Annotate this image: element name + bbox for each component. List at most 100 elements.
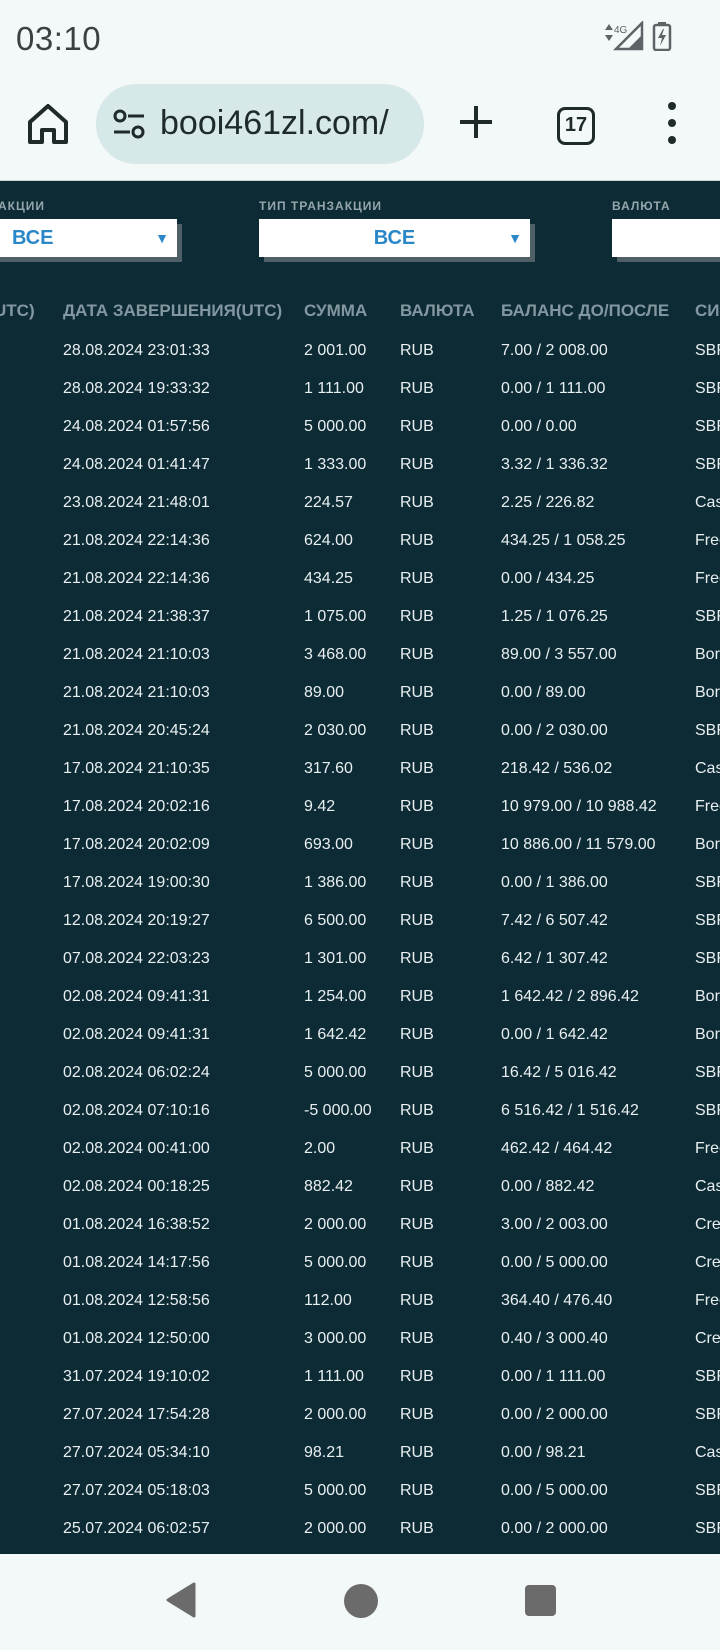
- recents-icon[interactable]: [525, 1585, 556, 1616]
- nav-home-icon[interactable]: [344, 1584, 378, 1618]
- new-tab-plus-icon[interactable]: [456, 102, 496, 142]
- filter-select-partial[interactable]: ВСЕ ▼: [0, 219, 177, 257]
- home-icon[interactable]: [24, 100, 72, 148]
- cell-amount: 1 301.00: [304, 950, 367, 967]
- table-row[interactable]: 12.08.2024 20:19:27 6 500.00 RUB 7.42 / 6 5…: [0, 903, 720, 941]
- cell-currency: RUB: [400, 874, 434, 891]
- table-row[interactable]: 28.08.2024 19:33:32 1 111.00 RUB 0.00 / 1 1…: [0, 371, 720, 409]
- cell-balance: 1.25 / 1 076.25: [501, 608, 608, 625]
- cell-system: Bor: [695, 836, 720, 853]
- cell-system: SBF: [695, 722, 720, 739]
- table-row[interactable]: 21.08.2024 22:14:36 434.25 RUB 0.00 / 434.2…: [0, 561, 720, 599]
- table-row[interactable]: 21.08.2024 21:10:03 89.00 RUB 0.00 / 89.00 B…: [0, 675, 720, 713]
- table-header: UTC) ДАТА ЗАВЕРШЕНИЯ(UTC) СУММА ВАЛЮТА Б…: [0, 301, 720, 331]
- cell-currency: RUB: [400, 1178, 434, 1195]
- table-row[interactable]: 24.08.2024 01:41:47 1 333.00 RUB 3.32 / 1 3…: [0, 447, 720, 485]
- col-start-date-partial[interactable]: UTC): [0, 301, 35, 321]
- table-row[interactable]: 21.08.2024 21:38:37 1 075.00 RUB 1.25 / 1 0…: [0, 599, 720, 637]
- cell-balance: 6.42 / 1 307.42: [501, 950, 608, 967]
- tab-switcher-button[interactable]: 17: [557, 107, 595, 145]
- table-row[interactable]: 01.08.2024 12:58:56 112.00 RUB 364.40 / 476…: [0, 1283, 720, 1321]
- status-bar: 03:10 4G: [0, 0, 720, 74]
- table-row[interactable]: 21.08.2024 22:14:36 624.00 RUB 434.25 / 1 0…: [0, 523, 720, 561]
- url-text[interactable]: booi461zl.com/: [160, 104, 389, 143]
- cell-system: Cas: [695, 1178, 720, 1195]
- network-type-label: 4G: [614, 25, 628, 36]
- table-row[interactable]: 17.08.2024 19:00:30 1 386.00 RUB 0.00 / 1 3…: [0, 865, 720, 903]
- table-row[interactable]: 02.08.2024 09:41:31 1 254.00 RUB 1 642.42 /…: [0, 979, 720, 1017]
- cell-amount: 1 075.00: [304, 608, 367, 625]
- cell-system: SBF: [695, 1406, 720, 1423]
- table-row[interactable]: 01.08.2024 16:38:52 2 000.00 RUB 3.00 / 2 0…: [0, 1207, 720, 1245]
- table-row[interactable]: 17.08.2024 20:02:16 9.42 RUB 10 979.00 / 10…: [0, 789, 720, 827]
- cell-balance: 3.32 / 1 336.32: [501, 456, 608, 473]
- col-amount[interactable]: СУММА: [304, 301, 367, 321]
- cell-completion-date: 17.08.2024 19:00:30: [63, 874, 210, 891]
- address-bar[interactable]: booi461zl.com/: [96, 84, 424, 164]
- table-row[interactable]: 23.08.2024 21:48:01 224.57 RUB 2.25 / 226.8…: [0, 485, 720, 523]
- filter-label-transaction-type: ТИП ТРАНЗАКЦИИ: [259, 199, 383, 213]
- table-row[interactable]: 24.08.2024 01:57:56 5 000.00 RUB 0.00 / 0.0…: [0, 409, 720, 447]
- cell-completion-date: 21.08.2024 21:10:03: [63, 646, 210, 663]
- more-vert-icon[interactable]: [662, 102, 682, 148]
- cell-amount: 1 111.00: [304, 1368, 364, 1385]
- table-row[interactable]: 25.07.2024 06:02:57 2 000.00 RUB 0.00 / 2 0…: [0, 1511, 720, 1549]
- table-row[interactable]: 28.08.2024 23:01:33 2 001.00 RUB 7.00 / 2 0…: [0, 333, 720, 371]
- cell-currency: RUB: [400, 342, 434, 359]
- chevron-down-icon: ▼: [155, 230, 169, 246]
- cell-currency: RUB: [400, 456, 434, 473]
- cell-currency: RUB: [400, 532, 434, 549]
- cell-system: SBF: [695, 1482, 720, 1499]
- cell-completion-date: 24.08.2024 01:57:56: [63, 418, 210, 435]
- filter-select-transaction-type[interactable]: ВСЕ ▼: [259, 219, 530, 257]
- col-currency[interactable]: ВАЛЮТА: [400, 301, 475, 321]
- cell-system: Cas: [695, 1444, 720, 1461]
- cell-currency: RUB: [400, 722, 434, 739]
- cell-currency: RUB: [400, 950, 434, 967]
- cell-amount: 1 642.42: [304, 1026, 367, 1043]
- table-row[interactable]: 31.07.2024 19:10:02 1 111.00 RUB 0.00 / 1 1…: [0, 1359, 720, 1397]
- table-row[interactable]: 01.08.2024 14:17:56 5 000.00 RUB 0.00 / 5 0…: [0, 1245, 720, 1283]
- table-row[interactable]: 07.08.2024 22:03:23 1 301.00 RUB 6.42 / 1 3…: [0, 941, 720, 979]
- table-row[interactable]: 21.08.2024 20:45:24 2 030.00 RUB 0.00 / 2 0…: [0, 713, 720, 751]
- cell-system: SBF: [695, 950, 720, 967]
- filter-select-currency[interactable]: [612, 219, 720, 257]
- cell-system: Bor: [695, 988, 720, 1005]
- cell-balance: 0.00 / 0.00: [501, 418, 577, 435]
- table-row[interactable]: 27.07.2024 05:34:10 98.21 RUB 0.00 / 98.21 C…: [0, 1435, 720, 1473]
- transactions-page: АКЦИИ ВСЕ ▼ ТИП ТРАНЗАКЦИИ ВСЕ ▼ ВАЛЮТА …: [0, 181, 720, 1554]
- col-balance[interactable]: БАЛАНС ДО/ПОСЛЕ: [501, 301, 669, 321]
- battery-charging-icon: [652, 22, 672, 51]
- table-row[interactable]: 02.08.2024 00:41:00 2.00 RUB 462.42 / 464.4…: [0, 1131, 720, 1169]
- cell-balance: 0.00 / 882.42: [501, 1178, 595, 1195]
- table-row[interactable]: 27.07.2024 17:54:28 2 000.00 RUB 0.00 / 2 0…: [0, 1397, 720, 1435]
- table-row[interactable]: 17.08.2024 21:10:35 317.60 RUB 218.42 / 536…: [0, 751, 720, 789]
- cell-balance: 0.00 / 5 000.00: [501, 1482, 608, 1499]
- table-row[interactable]: 02.08.2024 07:10:16 -5 000.00 RUB 6 516.42 …: [0, 1093, 720, 1131]
- cell-balance: 7.42 / 6 507.42: [501, 912, 608, 929]
- cell-amount: -5 000.00: [304, 1102, 372, 1119]
- cell-completion-date: 17.08.2024 20:02:16: [63, 798, 210, 815]
- col-system-partial[interactable]: СИ: [695, 301, 720, 321]
- cell-currency: RUB: [400, 1140, 434, 1157]
- cell-completion-date: 01.08.2024 16:38:52: [63, 1216, 210, 1233]
- table-row[interactable]: 17.08.2024 20:02:09 693.00 RUB 10 886.00 / …: [0, 827, 720, 865]
- back-icon[interactable]: [164, 1582, 198, 1618]
- cell-system: SBF: [695, 1368, 720, 1385]
- cell-amount: 2 000.00: [304, 1216, 367, 1233]
- cell-currency: RUB: [400, 836, 434, 853]
- table-row[interactable]: 01.08.2024 12:50:00 3 000.00 RUB 0.40 / 3 0…: [0, 1321, 720, 1359]
- table-row[interactable]: 27.07.2024 05:18:03 5 000.00 RUB 0.00 / 5 0…: [0, 1473, 720, 1511]
- cell-balance: 0.00 / 1 111.00: [501, 1368, 606, 1385]
- cell-completion-date: 01.08.2024 12:58:56: [63, 1292, 210, 1309]
- cell-currency: RUB: [400, 608, 434, 625]
- browser-toolbar: booi461zl.com/ 17: [0, 74, 720, 180]
- col-completion-date[interactable]: ДАТА ЗАВЕРШЕНИЯ(UTC): [63, 301, 282, 321]
- cell-balance: 0.00 / 2 030.00: [501, 722, 608, 739]
- table-row[interactable]: 02.08.2024 00:18:25 882.42 RUB 0.00 / 882.4…: [0, 1169, 720, 1207]
- table-row[interactable]: 02.08.2024 09:41:31 1 642.42 RUB 0.00 / 1 6…: [0, 1017, 720, 1055]
- site-settings-icon[interactable]: [112, 108, 146, 140]
- cell-currency: RUB: [400, 1026, 434, 1043]
- table-row[interactable]: 21.08.2024 21:10:03 3 468.00 RUB 89.00 / 3 …: [0, 637, 720, 675]
- table-row[interactable]: 02.08.2024 06:02:24 5 000.00 RUB 16.42 / 5 …: [0, 1055, 720, 1093]
